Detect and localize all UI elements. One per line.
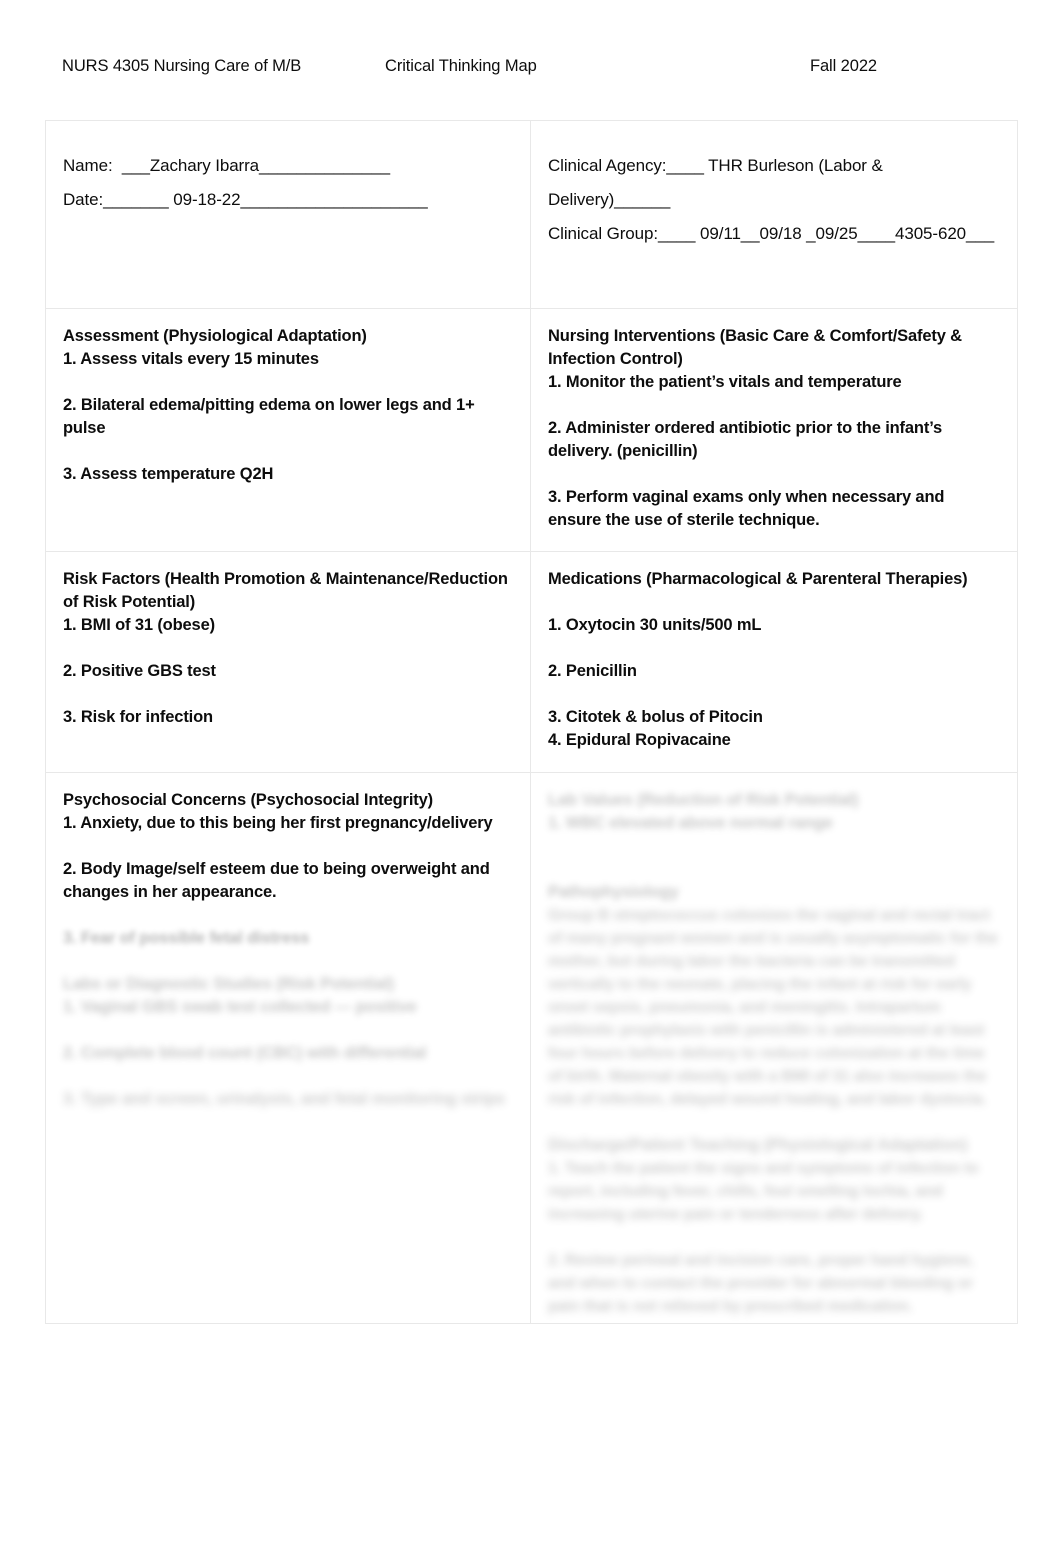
nursing-interventions-item-3: 3. Perform vaginal exams only when neces… [548, 488, 945, 529]
cell-labs-patho-teaching: Lab Values (Reduction of Risk Potential)… [530, 772, 1018, 1324]
medications-item-2: 2. Penicillin [548, 662, 637, 680]
medications-item-1: 1. Oxytocin 30 units/500 mL [548, 616, 762, 634]
nursing-interventions-heading: Nursing Interventions (Basic Care & Comf… [548, 327, 962, 368]
clinical-agency-line: Clinical Agency:____ THR Burleson (Labor… [548, 156, 883, 209]
patient-teaching-heading: Discharge/Patient Teaching (Physiologica… [548, 1136, 968, 1154]
medications-item-4: 4. Epidural Ropivacaine [548, 731, 731, 749]
document-page: NURS 4305 Nursing Care of M/B Critical T… [0, 0, 1062, 1556]
cell-psychosocial-and-labs: Psychosocial Concerns (Psychosocial Inte… [45, 772, 531, 1324]
table-row-identification: Name: ___Zachary Ibarra______________ Da… [45, 120, 1018, 309]
document-running-header: NURS 4305 Nursing Care of M/B Critical T… [62, 57, 952, 81]
nursing-interventions-item-1: 1. Monitor the patient’s vitals and temp… [548, 373, 902, 391]
cell-medications: Medications (Pharmacological & Parentera… [530, 551, 1018, 773]
cell-assessment: Assessment (Physiological Adaptation) 1.… [45, 308, 531, 552]
cell-clinical-identification: Clinical Agency:____ THR Burleson (Labor… [530, 120, 1018, 309]
labs-diagnostics-item-2: 2. Complete blood count (CBC) with diffe… [63, 1044, 427, 1062]
table-row-psychosocial-labs: Psychosocial Concerns (Psychosocial Inte… [45, 772, 1018, 1324]
header-course-label: NURS 4305 Nursing Care of M/B [62, 57, 302, 75]
psychosocial-item-2: 2. Body Image/self esteem due to being o… [63, 860, 490, 901]
assessment-item-3: 3. Assess temperature Q2H [63, 465, 274, 483]
clinical-group-line: Clinical Group:____ 09/11__09/18 _09/25_… [548, 224, 995, 243]
medications-heading: Medications (Pharmacological & Parentera… [548, 570, 968, 588]
header-document-title: Critical Thinking Map [385, 57, 537, 75]
labs-diagnostics-item-1: 1. Vaginal GBS swab test collected — pos… [63, 998, 417, 1016]
lab-values-heading: Lab Values (Reduction of Risk Potential) [548, 791, 859, 809]
psychosocial-item-1: 1. Anxiety, due to this being her first … [63, 814, 493, 832]
risk-factors-heading: Risk Factors (Health Promotion & Mainten… [63, 570, 508, 611]
nursing-interventions-item-2: 2. Administer ordered antibiotic prior t… [548, 419, 943, 460]
patient-teaching-item-1: 1. Teach the patient the signs and sympt… [548, 1160, 979, 1223]
assessment-item-1: 1. Assess vitals every 15 minutes [63, 350, 319, 368]
assessment-heading: Assessment (Physiological Adaptation) [63, 327, 367, 345]
table-row-risk-medications: Risk Factors (Health Promotion & Mainten… [45, 551, 1018, 773]
cell-nursing-interventions: Nursing Interventions (Basic Care & Comf… [530, 308, 1018, 552]
pathophysiology-body: Group B streptococcus colonizes the vagi… [548, 907, 998, 1108]
risk-factors-item-2: 2. Positive GBS test [63, 662, 216, 680]
psychosocial-heading: Psychosocial Concerns (Psychosocial Inte… [63, 791, 433, 809]
name-line: Name: ___Zachary Ibarra______________ [63, 156, 390, 175]
header-term-label: Fall 2022 [810, 57, 877, 75]
labs-diagnostics-item-3: 3. Type and screen, urinalysis, and feta… [63, 1090, 505, 1108]
critical-thinking-map-table: Name: ___Zachary Ibarra______________ Da… [45, 120, 1018, 1324]
psychosocial-item-3: 3. Fear of possible fetal distress [63, 929, 310, 947]
risk-factors-item-1: 1. BMI of 31 (obese) [63, 616, 215, 634]
date-line: Date:_______ 09-18-22___________________… [63, 190, 428, 209]
medications-item-3: 3. Citotek & bolus of Pitocin [548, 708, 763, 726]
patient-teaching-item-2: 2. Review perineal and incision care, pr… [548, 1252, 974, 1315]
risk-factors-item-3: 3. Risk for infection [63, 708, 213, 726]
assessment-item-2: 2. Bilateral edema/pitting edema on lowe… [63, 396, 475, 437]
cell-student-identification: Name: ___Zachary Ibarra______________ Da… [45, 120, 531, 309]
labs-diagnostics-heading: Labs or Diagnostic Studies (Risk Potenti… [63, 975, 394, 993]
cell-risk-factors: Risk Factors (Health Promotion & Mainten… [45, 551, 531, 773]
lab-values-item-1: 1. WBC elevated above normal range [548, 814, 833, 832]
pathophysiology-heading: Pathophysiology [548, 883, 679, 901]
table-row-assessment-interventions: Assessment (Physiological Adaptation) 1.… [45, 308, 1018, 552]
